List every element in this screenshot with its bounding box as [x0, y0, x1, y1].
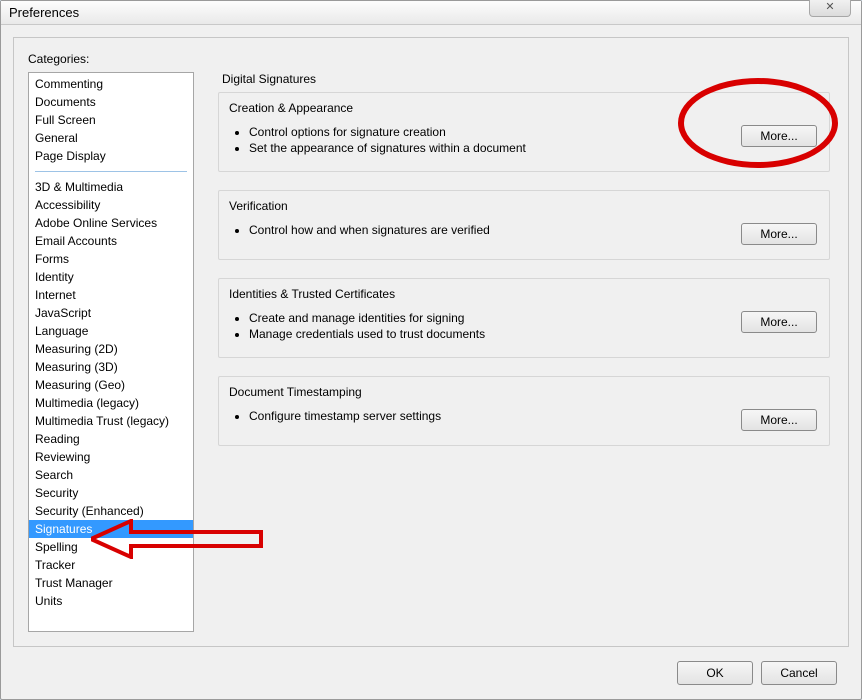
group-bullets: Create and manage identities for signing…: [249, 311, 741, 343]
category-item[interactable]: Full Screen: [29, 111, 193, 129]
category-item[interactable]: Page Display: [29, 147, 193, 165]
category-item[interactable]: Security: [29, 484, 193, 502]
group-bullets: Configure timestamp server settings: [249, 409, 741, 425]
settings-group: Identities & Trusted Certificates Create …: [218, 278, 830, 358]
bullet-item: Create and manage identities for signing: [249, 311, 741, 325]
category-item[interactable]: Search: [29, 466, 193, 484]
category-item[interactable]: 3D & Multimedia: [29, 178, 193, 196]
category-item[interactable]: Identity: [29, 268, 193, 286]
settings-group: Document Timestamping Configure timestamp…: [218, 376, 830, 446]
titlebar: Preferences ✕: [1, 1, 861, 25]
category-item[interactable]: Multimedia Trust (legacy): [29, 412, 193, 430]
category-item[interactable]: Accessibility: [29, 196, 193, 214]
settings-group: Creation & Appearance Control options for…: [218, 92, 830, 172]
category-item[interactable]: Language: [29, 322, 193, 340]
panel-heading: Digital Signatures: [218, 72, 830, 86]
main-panel: Digital Signatures Creation & Appearance…: [218, 72, 830, 632]
more-button[interactable]: More...: [741, 409, 817, 431]
bullet-item: Control how and when signatures are veri…: [249, 223, 741, 237]
close-icon: ✕: [825, 1, 834, 13]
category-item[interactable]: Documents: [29, 93, 193, 111]
categories-list[interactable]: CommentingDocumentsFull ScreenGeneralPag…: [28, 72, 194, 632]
content-area: Categories: CommentingDocumentsFull Scre…: [13, 37, 849, 647]
window-title: Preferences: [9, 5, 79, 20]
categories-label: Categories:: [28, 52, 830, 66]
category-item[interactable]: Email Accounts: [29, 232, 193, 250]
category-item[interactable]: Measuring (3D): [29, 358, 193, 376]
group-bullets: Control how and when signatures are veri…: [249, 223, 741, 239]
category-item[interactable]: Trust Manager: [29, 574, 193, 592]
category-item[interactable]: Units: [29, 592, 193, 610]
category-item[interactable]: JavaScript: [29, 304, 193, 322]
category-divider: [35, 171, 187, 172]
category-item[interactable]: Signatures: [29, 520, 193, 538]
category-item[interactable]: Internet: [29, 286, 193, 304]
more-button[interactable]: More...: [741, 223, 817, 245]
category-item[interactable]: Tracker: [29, 556, 193, 574]
category-item[interactable]: Forms: [29, 250, 193, 268]
category-item[interactable]: Reading: [29, 430, 193, 448]
close-button[interactable]: ✕: [809, 0, 851, 17]
bullet-item: Configure timestamp server settings: [249, 409, 741, 423]
more-button[interactable]: More...: [741, 311, 817, 333]
bullet-item: Manage credentials used to trust documen…: [249, 327, 741, 341]
category-item[interactable]: Measuring (2D): [29, 340, 193, 358]
bullet-item: Control options for signature creation: [249, 125, 741, 139]
group-title: Creation & Appearance: [229, 101, 813, 115]
dialog-footer: OK Cancel: [677, 661, 837, 685]
category-item[interactable]: Multimedia (legacy): [29, 394, 193, 412]
category-item[interactable]: Adobe Online Services: [29, 214, 193, 232]
group-title: Verification: [229, 199, 813, 213]
bullet-item: Set the appearance of signatures within …: [249, 141, 741, 155]
group-title: Document Timestamping: [229, 385, 813, 399]
category-item[interactable]: Measuring (Geo): [29, 376, 193, 394]
category-item[interactable]: Reviewing: [29, 448, 193, 466]
category-item[interactable]: Commenting: [29, 75, 193, 93]
more-button[interactable]: More...: [741, 125, 817, 147]
category-item[interactable]: Security (Enhanced): [29, 502, 193, 520]
group-title: Identities & Trusted Certificates: [229, 287, 813, 301]
category-item[interactable]: General: [29, 129, 193, 147]
ok-button[interactable]: OK: [677, 661, 753, 685]
group-bullets: Control options for signature creation Se…: [249, 125, 741, 157]
category-item[interactable]: Spelling: [29, 538, 193, 556]
preferences-dialog: Preferences ✕ Categories: CommentingDocu…: [0, 0, 862, 700]
cancel-button[interactable]: Cancel: [761, 661, 837, 685]
settings-group: Verification Control how and when signatu…: [218, 190, 830, 260]
